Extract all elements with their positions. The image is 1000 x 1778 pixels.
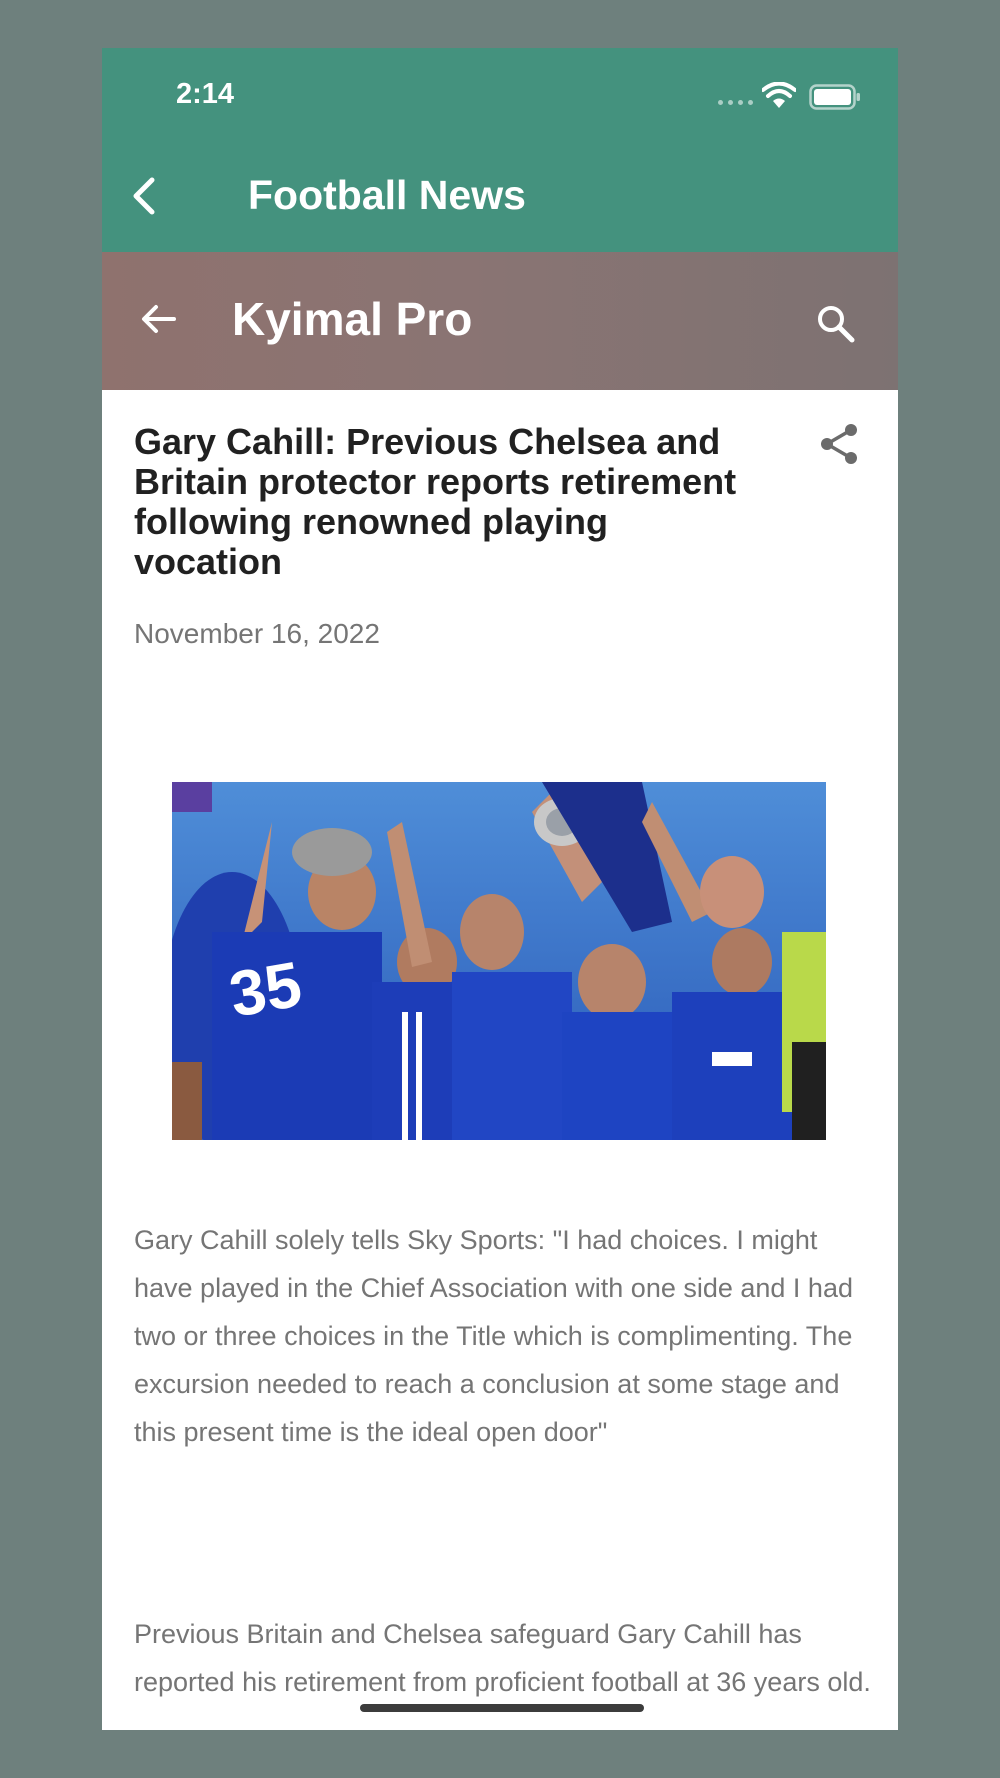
article-date: November 16, 2022 bbox=[134, 618, 380, 649]
battery-icon bbox=[809, 84, 860, 110]
status-time: 2:14 bbox=[176, 78, 235, 110]
arrow-left-icon[interactable] bbox=[136, 296, 182, 342]
wifi-icon bbox=[762, 82, 796, 108]
article: Gary Cahill: Previous Chelsea and Britai… bbox=[102, 390, 898, 1730]
phone-screen: 2:14 Football News Kyimal Pro Gary Cahil… bbox=[102, 48, 898, 1730]
article-paragraph: Gary Cahill solely tells Sky Sports: "I … bbox=[134, 1225, 853, 1447]
share-icon[interactable] bbox=[818, 422, 862, 466]
site-title: Kyimal Pro bbox=[232, 293, 473, 345]
signal-dots-icon bbox=[718, 100, 754, 106]
status-bar: 2:14 bbox=[102, 48, 898, 140]
app-bar: Football News bbox=[102, 140, 898, 252]
home-indicator[interactable] bbox=[360, 1704, 644, 1712]
app-title: Football News bbox=[248, 172, 526, 218]
chevron-left-icon[interactable] bbox=[124, 172, 168, 220]
article-paragraph: Previous Britain and Chelsea safeguard G… bbox=[134, 1619, 871, 1697]
svg-text:35: 35 bbox=[224, 948, 307, 1031]
search-icon[interactable] bbox=[814, 302, 858, 346]
article-hero-image: 35 bbox=[172, 782, 826, 1140]
article-title: Gary Cahill: Previous Chelsea and Britai… bbox=[134, 421, 737, 582]
site-header: Kyimal Pro bbox=[102, 252, 898, 390]
